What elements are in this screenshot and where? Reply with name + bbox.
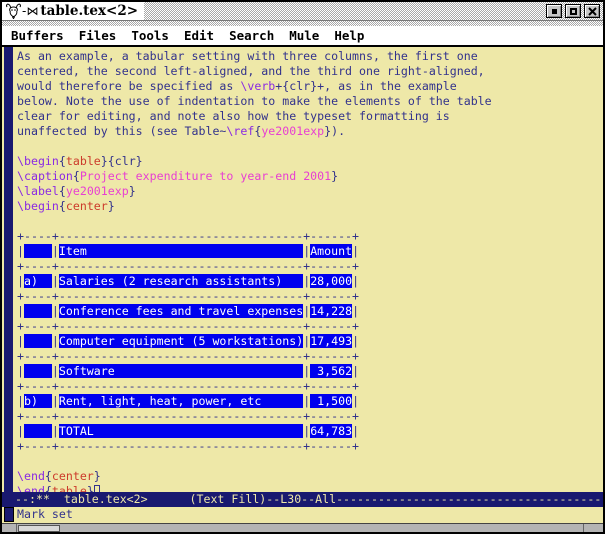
maximize-icon: [570, 8, 577, 15]
close-button[interactable]: [584, 4, 600, 18]
scrollbar-divider-left: [16, 524, 17, 532]
emacs-window: -⋈ table.tex<2> Buffers Files Tools Edit…: [0, 0, 605, 534]
buffer-line: \label{ye2001exp}: [17, 184, 603, 199]
buffer-line: +----+----------------------------------…: [17, 259, 603, 274]
text-buffer[interactable]: As an example, a tabular setting with th…: [17, 49, 603, 492]
table-cell: 17,493: [310, 334, 352, 348]
mode-line: --:** table.tex<2> (Text Fill)--L30--All…: [2, 492, 603, 507]
table-cell: 64,783: [310, 424, 352, 438]
buffer-line: +----+----------------------------------…: [17, 379, 603, 394]
buffer-line: | |Item |Amount|: [17, 244, 603, 259]
buffer-line: \end{center}: [17, 469, 603, 484]
buffer-line: | |Conference fees and travel expenses|1…: [17, 304, 603, 319]
minibuffer-scrollbar: [4, 507, 14, 522]
buffer-line: +----+----------------------------------…: [17, 439, 603, 454]
minimize-icon: [552, 9, 557, 14]
table-cell: 3,562: [310, 364, 352, 378]
table-cell: [24, 304, 52, 318]
table-cell: a): [24, 274, 52, 288]
vertical-scrollbar[interactable]: [4, 47, 13, 492]
menu-item-tools[interactable]: Tools: [131, 28, 169, 43]
buffer-line: +----+----------------------------------…: [17, 319, 603, 334]
buffer-line: | |Software | 3,562|: [17, 364, 603, 379]
titlebar-stipple: [144, 2, 603, 20]
buffer-line: below. Note the use of indentation to ma…: [17, 94, 603, 109]
buffer-line: unaffected by this (see Table~\ref{ye200…: [17, 124, 603, 139]
table-cell: Amount: [310, 244, 352, 258]
buffer-line: +----+----------------------------------…: [17, 409, 603, 424]
buffer-line: \begin{table}{clr}: [17, 154, 603, 169]
text-cursor: [94, 485, 100, 492]
menu-item-search[interactable]: Search: [229, 28, 274, 43]
buffer-line: +----+----------------------------------…: [17, 229, 603, 244]
buffer-line: [17, 214, 603, 229]
buffer-line: | |TOTAL |64,783|: [17, 424, 603, 439]
table-cell: Software: [59, 364, 303, 378]
buffer-line: |a) |Salaries (2 research assistants) |2…: [17, 274, 603, 289]
minibuffer-message: Mark set: [17, 507, 73, 522]
menu-item-buffers[interactable]: Buffers: [11, 28, 64, 43]
buffer-line: +----+----------------------------------…: [17, 289, 603, 304]
menu-item-edit[interactable]: Edit: [184, 28, 214, 43]
table-cell: Conference fees and travel expenses: [59, 304, 303, 318]
buffer-line: would therefore be specified as \verb+{c…: [17, 79, 603, 94]
buffer-line: +----+----------------------------------…: [17, 349, 603, 364]
menu-item-files[interactable]: Files: [79, 28, 117, 43]
table-cell: [24, 334, 52, 348]
buffer-line: clear for editing, and note also how the…: [17, 109, 603, 124]
horizontal-scrollbar-thumb[interactable]: [18, 525, 60, 532]
table-cell: [24, 424, 52, 438]
maximize-button[interactable]: [565, 4, 581, 18]
buffer-line: [17, 454, 603, 469]
table-cell: 1,500: [310, 394, 352, 408]
table-cell: [24, 364, 52, 378]
buffer-line: As an example, a tabular setting with th…: [17, 49, 603, 64]
buffer-line: | |Computer equipment (5 workstations)|1…: [17, 334, 603, 349]
buffer-line: [17, 139, 603, 154]
menu-bar: Buffers Files Tools Edit Search Mule Hel…: [2, 26, 603, 47]
table-cell: 14,228: [310, 304, 352, 318]
buffer-line: centered, the second left-aligned, and t…: [17, 64, 603, 79]
table-cell: Computer equipment (5 workstations): [59, 334, 303, 348]
buffer-line: \caption{Project expenditure to year-end…: [17, 169, 603, 184]
gnu-emacs-icon: [5, 3, 22, 19]
table-cell: TOTAL: [59, 424, 303, 438]
minimize-button[interactable]: [546, 4, 562, 18]
title-decoration: -⋈: [22, 4, 38, 18]
window-title: table.tex<2>: [40, 3, 144, 19]
editor-area[interactable]: As an example, a tabular setting with th…: [2, 47, 603, 492]
horizontal-scrollbar[interactable]: [2, 523, 603, 532]
table-cell: Rent, light, heat, power, etc: [59, 394, 303, 408]
table-cell: 28,000: [310, 274, 352, 288]
minibuffer[interactable]: Mark set: [2, 507, 603, 523]
buffer-line: \end{table}: [17, 484, 603, 492]
scrollbar-divider-right: [583, 524, 584, 532]
buffer-line: \begin{center}: [17, 199, 603, 214]
table-cell: b): [24, 394, 52, 408]
close-icon: [588, 7, 597, 16]
title-bar[interactable]: -⋈ table.tex<2>: [2, 2, 603, 20]
table-cell: [24, 244, 52, 258]
buffer-line: |b) |Rent, light, heat, power, etc | 1,5…: [17, 394, 603, 409]
table-cell: Salaries (2 research assistants): [59, 274, 303, 288]
menu-item-help[interactable]: Help: [334, 28, 364, 43]
menu-item-mule[interactable]: Mule: [289, 28, 319, 43]
table-cell: Item: [59, 244, 303, 258]
